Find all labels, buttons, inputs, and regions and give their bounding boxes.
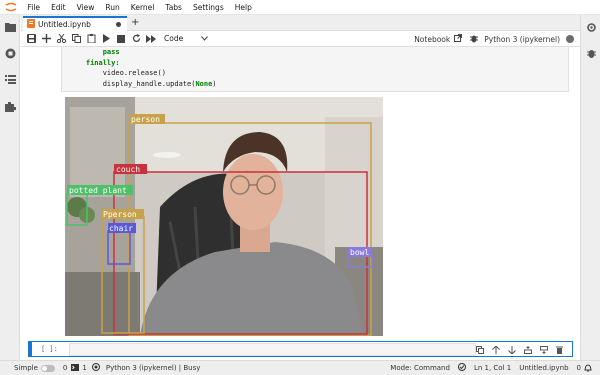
webcam-output-image: person couch potted plant Pperson chair … <box>65 97 383 336</box>
active-code-cell[interactable]: [ ]: <box>28 341 573 357</box>
extension-manager-icon[interactable] <box>4 100 16 112</box>
menu-run[interactable]: Run <box>100 0 125 15</box>
restart-icon[interactable] <box>129 32 143 46</box>
cursor-position[interactable]: Ln 1, Col 1 <box>474 364 511 372</box>
kernels-count[interactable]: 1 <box>82 364 86 372</box>
save-icon[interactable] <box>24 32 38 46</box>
cell-input-editor[interactable] <box>69 343 476 356</box>
menu-file[interactable]: File <box>22 0 46 15</box>
tab-untitled-notebook[interactable]: Untitled.ipynb <box>23 16 127 31</box>
copy-icon[interactable] <box>69 32 83 46</box>
add-cell-icon[interactable] <box>39 32 53 46</box>
simple-mode-label: Simple <box>14 364 38 372</box>
cell-type-dropdown[interactable]: Code <box>164 34 208 43</box>
kernel-name[interactable]: Python 3 (ipykernel) <box>484 35 560 44</box>
tab-bar: Untitled.ipynb + <box>21 15 580 31</box>
code-line: display_handle.update(None) <box>102 79 217 88</box>
property-inspector-icon[interactable] <box>585 21 597 33</box>
left-sidebar <box>0 15 20 360</box>
bug-icon[interactable] <box>470 34 479 45</box>
cell-toolbar <box>470 344 566 355</box>
notebook-switcher[interactable]: Notebook <box>414 35 450 44</box>
notebook-toolbar: Code Notebook Python 3 (ipykernel) <box>21 31 580 47</box>
paste-icon[interactable] <box>84 32 98 46</box>
cut-icon[interactable] <box>54 32 68 46</box>
menu-settings[interactable]: Settings <box>187 0 229 15</box>
menu-kernel[interactable]: Kernel <box>125 0 160 15</box>
running-sessions-icon[interactable] <box>4 47 16 59</box>
detection-label: chair <box>109 224 133 233</box>
simple-mode-toggle[interactable] <box>40 364 55 372</box>
status-bar-right: Mode: Command Ln 1, Col 1 Untitled.ipynb… <box>390 361 592 375</box>
notebook-panel: pass finally: video.release() display_ha… <box>21 47 580 360</box>
table-of-contents-icon[interactable] <box>4 73 16 85</box>
detection-label: Pperson <box>103 210 137 219</box>
kernel-busy-status-icon <box>566 35 574 43</box>
tab-title: Untitled.ipynb <box>38 20 91 29</box>
menu-tabs[interactable]: Tabs <box>160 0 188 15</box>
detection-label: couch <box>116 165 140 174</box>
kernel-icon <box>91 363 100 373</box>
current-filename: Untitled.ipynb <box>519 364 569 372</box>
code-editor[interactable]: pass finally: video.release() display_ha… <box>62 47 568 89</box>
move-up-icon[interactable] <box>489 344 502 355</box>
mode-indicator: Mode: Command <box>390 364 450 372</box>
chevron-down-icon <box>201 34 208 43</box>
notifications-count[interactable]: 0 <box>577 364 581 372</box>
menu-view[interactable]: View <box>71 0 100 15</box>
insert-below-icon[interactable] <box>537 344 550 355</box>
run-icon[interactable] <box>99 32 113 46</box>
bell-icon[interactable] <box>584 363 592 374</box>
menu-edit[interactable]: Edit <box>46 0 72 15</box>
status-bar: Simple 0 1 Python 3 (ipykernel) | Busy M… <box>0 360 600 375</box>
code-line: pass <box>102 48 120 56</box>
code-line: video.release() <box>102 69 166 77</box>
saved-check-icon <box>457 363 466 373</box>
detection-label: bowl <box>350 248 369 257</box>
new-tab-button[interactable]: + <box>131 17 139 29</box>
cell-prompt: [ ]: <box>41 345 58 353</box>
duplicate-cell-icon[interactable] <box>473 344 486 355</box>
terminal-icon <box>71 363 80 373</box>
detection-label: potted plant <box>69 186 127 195</box>
menu-help[interactable]: Help <box>229 0 257 15</box>
jupyter-logo-icon <box>0 0 22 15</box>
debugger-icon[interactable] <box>585 47 597 59</box>
delete-cell-icon[interactable] <box>553 344 566 355</box>
insert-above-icon[interactable] <box>521 344 534 355</box>
unsaved-indicator-icon[interactable] <box>116 22 121 27</box>
restart-run-all-icon[interactable] <box>144 32 158 46</box>
cell-type-value: Code <box>164 34 184 43</box>
code-line: finally: <box>85 58 120 67</box>
code-cell-input[interactable]: pass finally: video.release() display_ha… <box>61 47 569 92</box>
notebook-icon <box>27 19 35 30</box>
kernel-status-text[interactable]: Python 3 (ipykernel) | Busy <box>106 364 201 372</box>
terminals-count[interactable]: 0 <box>63 364 67 372</box>
detection-label: person <box>131 115 160 124</box>
toolbar-right: Notebook Python 3 (ipykernel) <box>414 31 580 47</box>
menubar: File Edit View Run Kernel Tabs Settings … <box>0 0 600 15</box>
open-external-icon[interactable] <box>454 34 463 44</box>
stop-icon[interactable] <box>114 32 128 46</box>
cell-collapser[interactable] <box>28 341 32 357</box>
move-down-icon[interactable] <box>505 344 518 355</box>
file-browser-icon[interactable] <box>4 21 16 33</box>
right-sidebar <box>580 15 600 360</box>
